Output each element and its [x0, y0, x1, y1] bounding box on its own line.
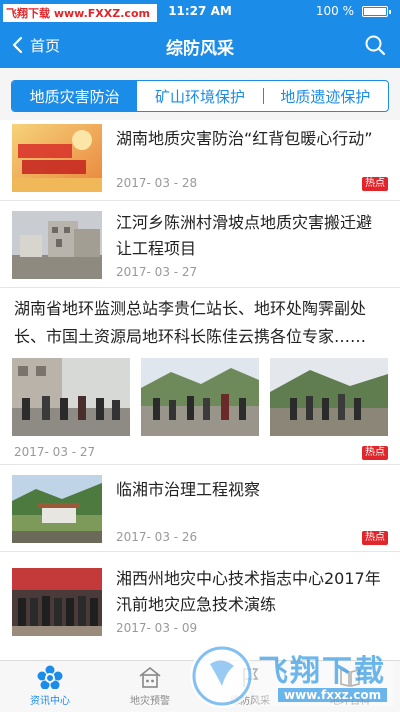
hot-badge: 热点 [362, 177, 388, 191]
news-date: 2017- 03 - 09 [116, 621, 198, 635]
status-bar: 飞翔下载 www.FXXZ.com 11:27 AM 100 % [0, 0, 400, 22]
news-title: 临湘市治理工程视察 [116, 480, 261, 499]
tab-geo-heritage[interactable]: 地质遗迹保护 [262, 81, 388, 111]
page-title: 综防风采 [166, 39, 234, 59]
star-flower-icon [37, 665, 63, 689]
bottom-tab-news-center[interactable]: 资讯中心 [0, 661, 100, 712]
list-item[interactable]: 湖南省地环监测总站李贵仁站长、地环处陶霁副处长、市国土资源局地环科长陈佳云携各位… [0, 288, 400, 465]
app-screen: 飞翔下载 www.FXXZ.com 11:27 AM 100 % 首页 综防风采… [0, 0, 400, 712]
category-tabs: 地质灾害防治 矿山环境保护 地质遗迹保护 [11, 80, 389, 112]
hot-badge: 热点 [362, 531, 388, 545]
news-title: 湖南省地环监测总站李贵仁站长、地环处陶霁副处长、市国土资源局地环科长陈佳云携各位… [14, 299, 367, 346]
house-alert-icon [139, 666, 161, 688]
news-date: 2017- 03 - 26 [116, 530, 198, 544]
news-title: 湖南地质灾害防治“红背包暖心行动” [116, 129, 373, 148]
battery-percent: 100 % [315, 4, 354, 18]
news-date: 2017- 03 - 27 [14, 445, 96, 459]
bottom-tab-label: 地灾预警 [130, 696, 170, 707]
news-thumbnail [12, 211, 102, 279]
header: 飞翔下载 www.FXXZ.com 11:27 AM 100 % 首页 综防风采 [0, 0, 400, 68]
news-gallery-image [141, 358, 259, 436]
bottom-tab-label: 资讯中心 [30, 696, 70, 707]
news-title: 江河乡陈洲村滑坡点地质灾害搬迁避让工程项目 [116, 213, 373, 258]
category-tabs-bar: 地质灾害防治 矿山环境保护 地质遗迹保护 [0, 68, 400, 120]
news-title: 湘西州地灾中心技术指志中心2017年汛前地灾应急技术演练 [116, 569, 381, 614]
list-item[interactable]: 临湘市治理工程视察 2017- 03 - 26 热点 [0, 465, 400, 552]
battery-icon [362, 6, 391, 17]
news-thumbnail [12, 475, 102, 543]
watermark-logo: 飞翔下载 www.fxxz.com [188, 634, 400, 712]
news-thumbnail [12, 568, 102, 636]
list-item[interactable]: 江河乡陈洲村滑坡点地质灾害搬迁避让工程项目 2017- 03 - 27 [0, 201, 400, 288]
tab-mine-environment[interactable]: 矿山环境保护 [137, 81, 262, 111]
tab-geo-disaster[interactable]: 地质灾害防治 [12, 81, 138, 111]
hot-badge: 热点 [362, 446, 388, 460]
watermark-logo-url: www.fxxz.com [278, 688, 388, 702]
news-thumbnail [12, 124, 102, 192]
news-date: 2017- 03 - 28 [116, 176, 198, 190]
news-gallery-image [270, 358, 388, 436]
list-item[interactable]: 湖南地质灾害防治“红背包暖心行动” 2017- 03 - 28 热点 [0, 120, 400, 201]
search-icon[interactable] [364, 34, 386, 56]
bottom-tab-disaster-warning[interactable]: 地灾预警 [100, 661, 200, 712]
watermark-logo-text: 飞翔下载 [258, 654, 386, 689]
news-date: 2017- 03 - 27 [116, 265, 198, 279]
news-gallery-image [12, 358, 130, 436]
nav-bar: 首页 综防风采 [0, 22, 400, 68]
